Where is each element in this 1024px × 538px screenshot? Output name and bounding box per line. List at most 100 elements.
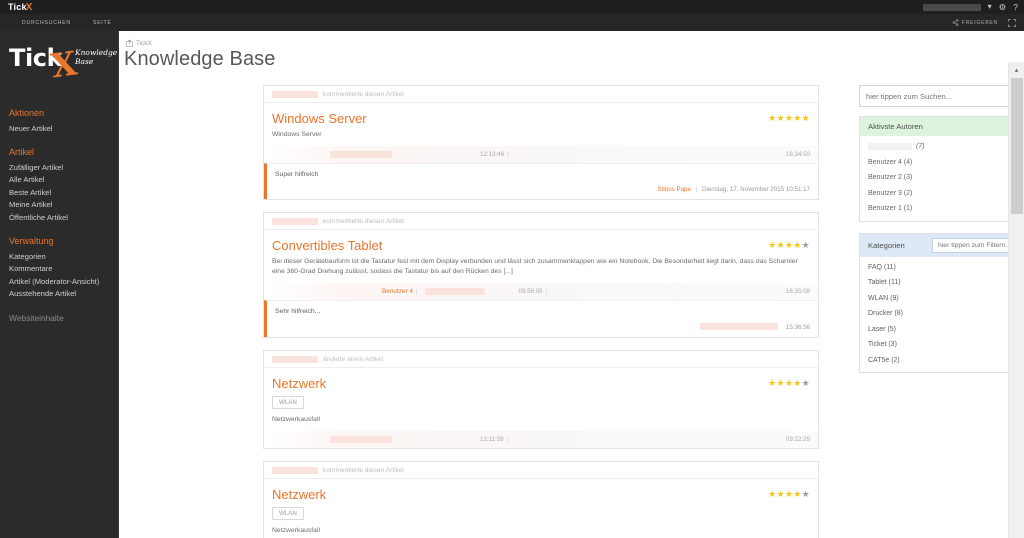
panel-header-authors: Aktivste Autoren bbox=[860, 117, 1024, 136]
star-filled-icon: ★★★★ bbox=[768, 488, 802, 499]
article-card[interactable]: kommentierte diesen Artikel Convertibles… bbox=[263, 211, 819, 338]
article-excerpt: Bei dieser Gerätebauform ist die Tastatu… bbox=[272, 257, 798, 276]
meta-time-right: 09:22:29 bbox=[785, 435, 810, 443]
meta-author-redacted bbox=[330, 435, 392, 443]
share-button[interactable]: FREIGEBEN bbox=[952, 19, 998, 26]
search-input[interactable] bbox=[859, 85, 1022, 107]
nav-heading-verwaltung: Verwaltung bbox=[9, 235, 54, 246]
logo-subtitle: Knowledge Base bbox=[75, 48, 117, 66]
sidebar-item-meine-artikel[interactable]: Meine Artikel bbox=[9, 199, 118, 212]
nav-group-site-contents: Websiteinhalte bbox=[0, 312, 118, 325]
user-menu-chevron-down-icon[interactable]: ▾ bbox=[988, 3, 992, 11]
meta-separator: | bbox=[507, 150, 509, 158]
star-rating[interactable]: ★★★★★ bbox=[768, 239, 810, 250]
list-item[interactable]: WLAN (9) bbox=[860, 291, 1024, 307]
article-title-link[interactable]: Netzwerk bbox=[272, 487, 326, 502]
article-title-link[interactable]: Netzwerk bbox=[272, 376, 326, 391]
activity-text: kommentierte diesen Artikel bbox=[323, 217, 404, 225]
meta-separator: | bbox=[545, 287, 548, 295]
activity-actor-redacted bbox=[272, 91, 318, 98]
list-item[interactable]: CAT5e (2) bbox=[860, 353, 1024, 369]
category-tag[interactable]: WLAN bbox=[272, 506, 304, 520]
sidebar-item-beste-artikel[interactable]: Beste Artikel bbox=[9, 187, 118, 200]
star-empty-icon: ★ bbox=[801, 488, 810, 499]
comment-author[interactable]: Stinus Pape bbox=[658, 186, 691, 193]
article-excerpt: Netzwerkausfall bbox=[272, 527, 320, 534]
nav-heading-aktionen: Aktionen bbox=[9, 108, 45, 118]
tab-durchsuchen[interactable]: DURCHSUCHEN bbox=[22, 20, 71, 26]
nav-heading-artikel: Artikel bbox=[9, 146, 35, 157]
user-name-redacted[interactable] bbox=[922, 3, 981, 11]
meta-time-left: 12:13:46 bbox=[480, 150, 505, 158]
list-item[interactable]: Ticket (3) bbox=[860, 337, 1024, 353]
article-card[interactable]: kommentierte diesen Artikel Netzwerk ★★★… bbox=[263, 460, 819, 538]
comment-date: Dienstag, 17. November 2015 10:51:17 bbox=[701, 185, 810, 193]
activity-actor-redacted bbox=[272, 355, 318, 363]
article-meta-row: 12:11:39 | 09:22:29 bbox=[264, 430, 818, 448]
sidebar-item-ausstehende-artikel[interactable]: Ausstehende Artikel bbox=[9, 288, 118, 301]
meta-author[interactable]: Benutzer 4 bbox=[382, 288, 413, 295]
gear-icon[interactable]: ⚙ bbox=[999, 3, 1007, 12]
focus-on-content-icon bbox=[1008, 18, 1016, 27]
sidebar-item-zufaelliger-artikel[interactable]: Zufälliger Artikel bbox=[9, 162, 118, 175]
list-item[interactable]: Benutzer 3 (2) bbox=[860, 186, 1024, 202]
authors-list: (7) Benutzer 4 (4) Benutzer 2 (3) Benutz… bbox=[860, 136, 1024, 221]
card-activity-row: kommentierte diesen Artikel bbox=[264, 86, 818, 103]
list-item[interactable]: Benutzer 1 (1) bbox=[860, 201, 1024, 217]
scroll-up-arrow-icon[interactable]: ▴ bbox=[1009, 62, 1024, 77]
star-rating[interactable]: ★★★★★ bbox=[768, 114, 810, 123]
star-empty-icon: ★ bbox=[801, 377, 810, 388]
sidebar-item-kategorien[interactable]: Kategorien bbox=[9, 251, 118, 264]
logo-subtitle-line1: Knowledge bbox=[75, 48, 118, 57]
article-feed: kommentierte diesen Artikel Windows Serv… bbox=[263, 85, 819, 538]
activity-text: änderte einen Artikel bbox=[323, 355, 384, 363]
sidebar-item-neuer-artikel[interactable]: Neuer Artikel bbox=[9, 123, 118, 136]
list-item[interactable]: Tablet (11) bbox=[860, 275, 1024, 291]
sidebar-item-alle-artikel[interactable]: Alle Artikel bbox=[9, 174, 118, 187]
list-item[interactable]: (7) bbox=[860, 139, 1024, 155]
help-icon[interactable]: ? bbox=[1013, 3, 1018, 12]
sidebar-item-websiteinhalte[interactable]: Websiteinhalte bbox=[9, 312, 118, 325]
article-title-link[interactable]: Windows Server bbox=[272, 111, 367, 126]
comment-text: Sehr hilfreich... bbox=[275, 307, 321, 315]
meta-time-left: 12:11:39 bbox=[480, 435, 504, 443]
meta-time-right: 16:34:50 bbox=[785, 150, 810, 158]
vertical-scrollbar[interactable]: ▴ ▾ bbox=[1008, 62, 1024, 538]
star-rating[interactable]: ★★★★★ bbox=[768, 377, 810, 388]
page-title: Knowledge Base bbox=[124, 48, 276, 70]
content-columns: kommentierte diesen Artikel Windows Serv… bbox=[119, 85, 1024, 538]
sidebar-item-oeffentliche-artikel[interactable]: Öffentliche Artikel bbox=[9, 212, 118, 225]
list-item[interactable]: Benutzer 2 (3) bbox=[860, 170, 1024, 186]
suite-logo[interactable]: Tick X bbox=[8, 2, 32, 13]
knowledge-base-logo[interactable]: Tick X Knowledge Base bbox=[0, 43, 118, 88]
focus-on-content-button[interactable] bbox=[1008, 18, 1016, 27]
star-rating[interactable]: ★★★★★ bbox=[768, 488, 810, 499]
article-card[interactable]: kommentierte diesen Artikel Windows Serv… bbox=[263, 85, 819, 200]
breadcrumb-link-tickx[interactable]: TickX bbox=[136, 40, 152, 47]
meta-time-left: 09:56:05 bbox=[518, 287, 543, 295]
card-activity-row: änderte einen Artikel bbox=[264, 351, 818, 368]
scrollbar-thumb[interactable] bbox=[1011, 78, 1023, 214]
article-card[interactable]: änderte einen Artikel Netzwerk ★★★★★ WLA… bbox=[263, 349, 819, 449]
card-activity-row: kommentierte diesen Artikel bbox=[264, 462, 818, 479]
list-item[interactable]: Laser (5) bbox=[860, 322, 1024, 338]
search-row bbox=[859, 85, 1024, 107]
card-header: Netzwerk ★★★★★ bbox=[272, 376, 810, 391]
star-filled-icon: ★★★★★ bbox=[768, 113, 810, 123]
list-item[interactable]: FAQ (11) bbox=[860, 260, 1024, 276]
page-shell: Tick X Knowledge Base Aktionen Neuer Art… bbox=[0, 31, 1024, 538]
list-item[interactable]: Drucker (8) bbox=[860, 306, 1024, 322]
category-tag[interactable]: WLAN bbox=[272, 395, 304, 409]
sidebar-item-kommentare[interactable]: Kommentare bbox=[9, 263, 118, 276]
star-filled-icon: ★★★★ bbox=[768, 239, 802, 250]
sidebar-item-artikel-moderator[interactable]: Artikel (Moderator-Ansicht) bbox=[9, 276, 118, 289]
tab-seite[interactable]: SEITE bbox=[93, 20, 112, 26]
star-empty-icon: ★ bbox=[801, 239, 810, 250]
author-count: (7) bbox=[916, 143, 925, 150]
article-meta-row: 12:13:46 | 16:34:50 bbox=[264, 145, 818, 163]
card-body: Netzwerk ★★★★★ WLAN Netzwerkausfall bbox=[264, 368, 818, 426]
card-body: Windows Server ★★★★★ Windows Server bbox=[264, 103, 818, 141]
list-item[interactable]: Benutzer 4 (4) bbox=[860, 155, 1024, 171]
comment-author-redacted bbox=[700, 322, 779, 330]
article-title-link[interactable]: Convertibles Tablet bbox=[272, 238, 382, 253]
